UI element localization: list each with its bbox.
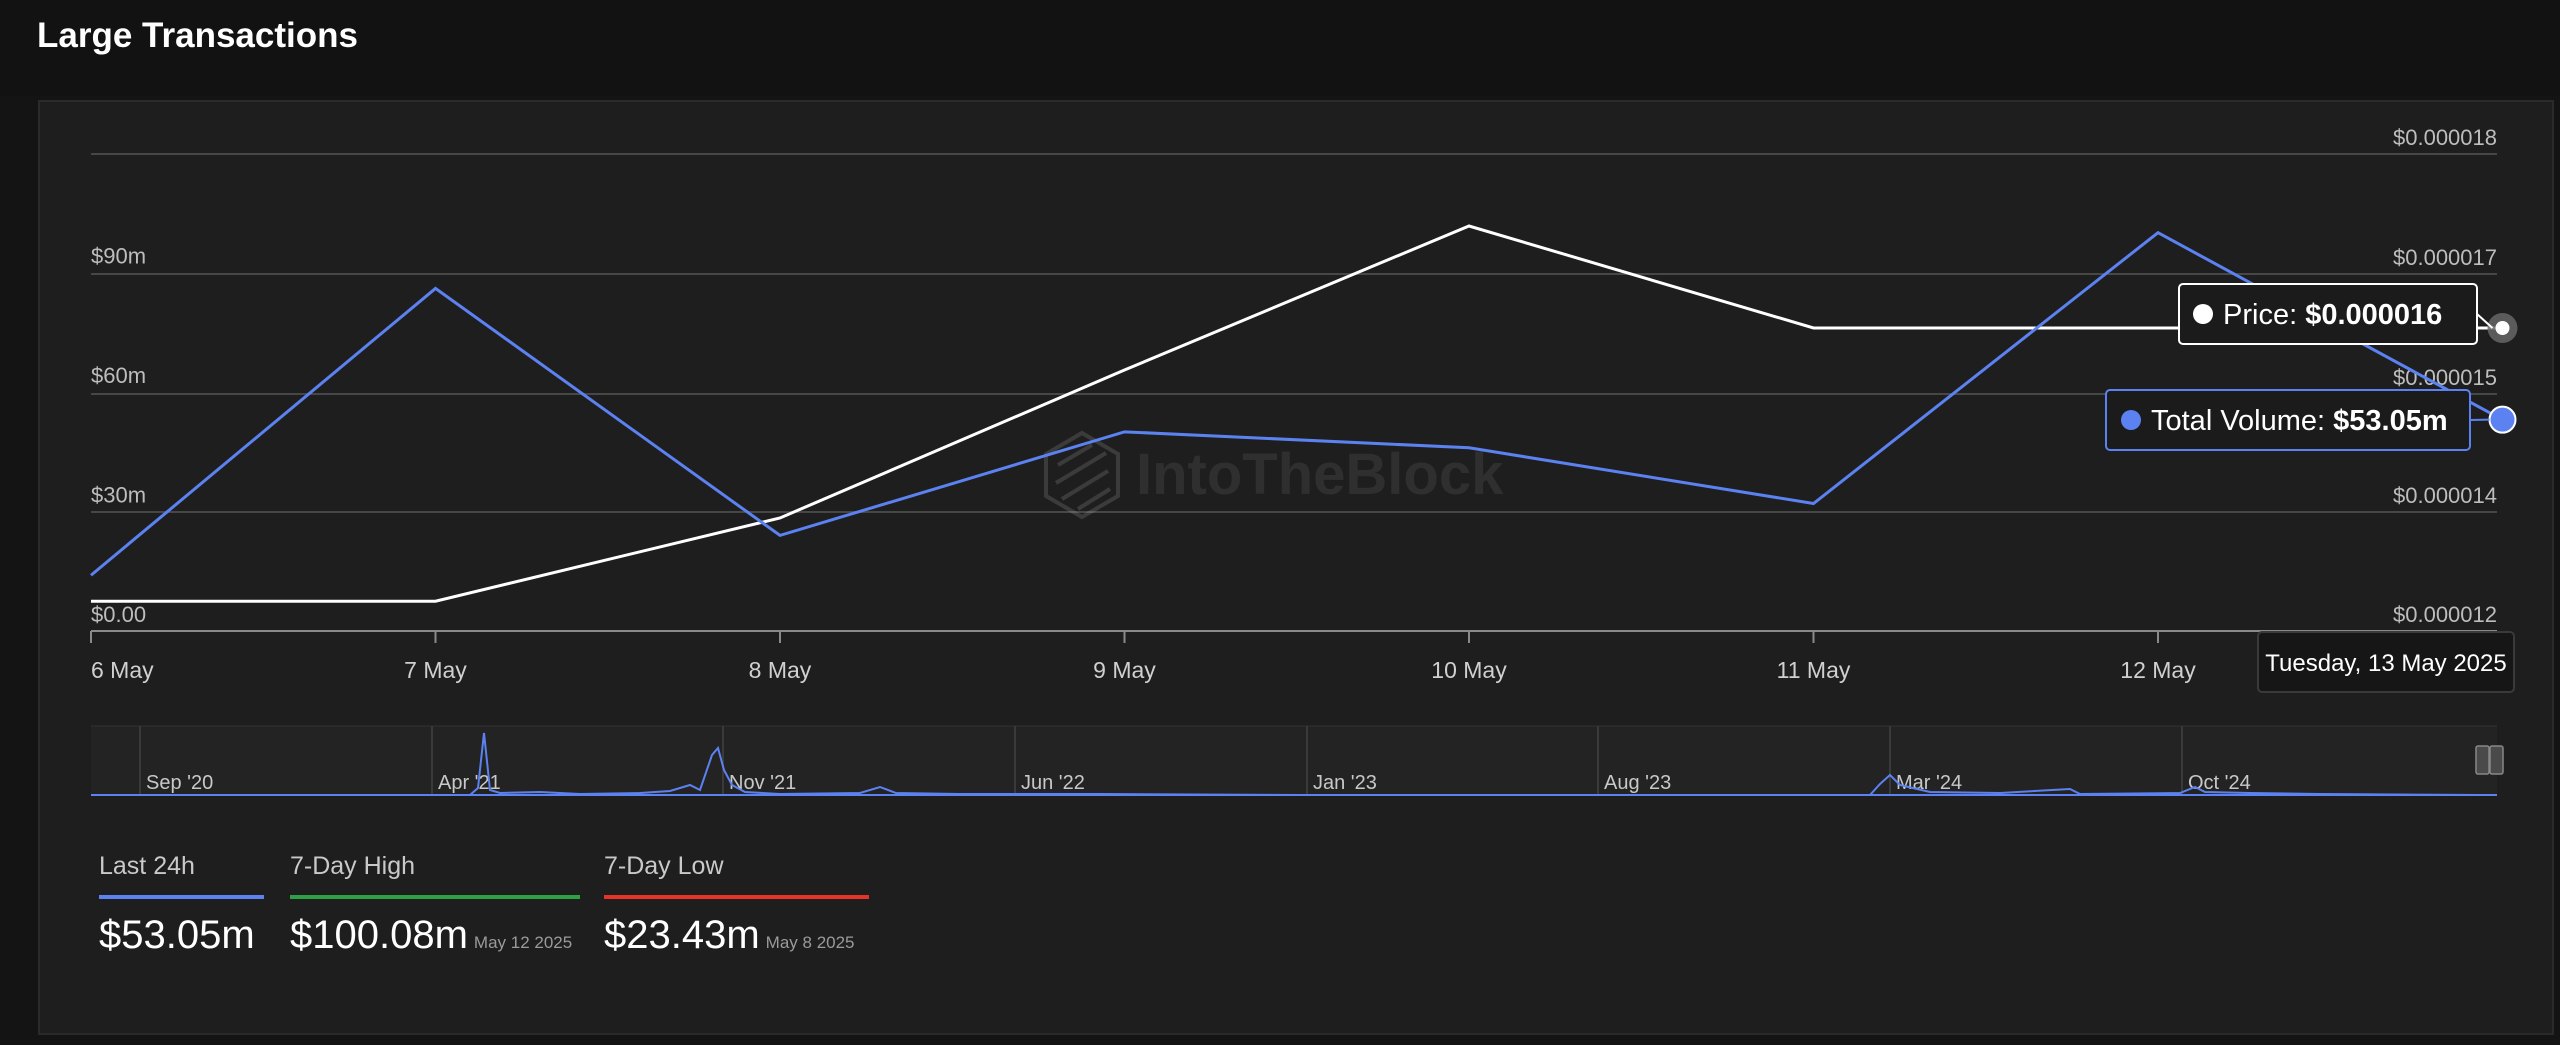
stat-7-day-high: 7-Day High $100.08m May 12 2025	[290, 852, 580, 958]
volume-tooltip-value: $53.05m	[2333, 405, 2448, 437]
stat-date: May 12 2025	[473, 933, 573, 952]
volume-tooltip-dot	[2121, 410, 2141, 430]
stat-label: Last 24h	[99, 852, 195, 880]
stat-underline	[604, 895, 869, 899]
stat-date: May 8 2025	[765, 933, 855, 952]
navigator-label: Oct '24	[2188, 772, 2251, 794]
stat-7-day-low: 7-Day Low $23.43m May 8 2025	[604, 852, 869, 958]
watermark-text: IntoTheBlock	[1136, 442, 1504, 507]
stat-underline	[290, 895, 580, 899]
navigator-label: Nov '21	[729, 772, 796, 794]
right-tick-label: $0.000014	[2393, 483, 2497, 508]
stat-label: 7-Day High	[290, 852, 416, 880]
navigator-label: Sep '20	[146, 772, 213, 794]
right-tick-label: $0.000017	[2393, 245, 2497, 270]
stat-value-row: $100.08m May 12 2025	[290, 913, 580, 958]
price-tooltip-label: Price:	[2223, 299, 2305, 331]
stat-value: $53.05m	[99, 913, 255, 957]
navigator-label: Aug '23	[1604, 772, 1671, 794]
x-tick-label: 10 May	[1431, 657, 1507, 683]
stat-label: 7-Day Low	[604, 852, 724, 880]
left-tick-label: $60m	[91, 363, 146, 388]
handle-left	[2475, 745, 2490, 775]
x-tick-label: 11 May	[1777, 657, 1851, 683]
right-tick-label: $0.000018	[2393, 125, 2497, 150]
navigator-handle-icon[interactable]	[2475, 745, 2504, 775]
volume-tooltip-text: Total Volume: $53.05m	[2151, 405, 2448, 437]
navigator-label: Mar '24	[1896, 772, 1962, 794]
x-tick-label: 9 May	[1093, 657, 1156, 683]
x-tick-label: 7 May	[404, 657, 467, 683]
x-tick-label: 8 May	[749, 657, 812, 683]
left-tick-label: $30m	[91, 483, 146, 508]
handle-right	[2489, 745, 2504, 775]
price-hover-marker	[2495, 321, 2510, 335]
x-axis: 6 May 7 May 8 May 9 May 10 May 11 May 12 May	[90, 631, 2196, 683]
left-tick-label: $0.00	[91, 602, 146, 627]
range-navigator[interactable]: Sep '20 Apr '21 Nov '21 Jun '22 Jan '23 Aug '…	[91, 725, 2504, 796]
stat-value: $100.08m	[290, 913, 468, 957]
navigator-label: Jan '23	[1313, 772, 1377, 794]
stat-value-row: $23.43m May 8 2025	[604, 913, 869, 958]
right-tick-label: $0.000012	[2393, 602, 2497, 627]
navigator-label: Jun '22	[1021, 772, 1085, 794]
volume-hover-marker	[2488, 405, 2517, 434]
x-tick-label: 12 May	[2120, 657, 2196, 683]
x-tick-label: 6 May	[91, 657, 154, 683]
stat-value-row: $53.05m	[99, 913, 264, 958]
stat-underline	[99, 895, 264, 899]
volume-tooltip-label: Total Volume:	[2151, 405, 2333, 437]
left-tick-label: $90m	[91, 244, 146, 269]
stat-last-24h: Last 24h $53.05m	[99, 852, 264, 958]
price-tooltip-text: Price: $0.000016	[2223, 299, 2442, 331]
price-tooltip-dot	[2193, 304, 2213, 324]
right-axis: $0.000012$0.000014$0.000015$0.000017$0.0…	[2393, 125, 2497, 627]
date-tooltip-text: Tuesday, 13 May 2025	[2265, 650, 2506, 677]
price-tooltip-value: $0.000016	[2305, 299, 2442, 331]
stat-value: $23.43m	[604, 913, 760, 957]
